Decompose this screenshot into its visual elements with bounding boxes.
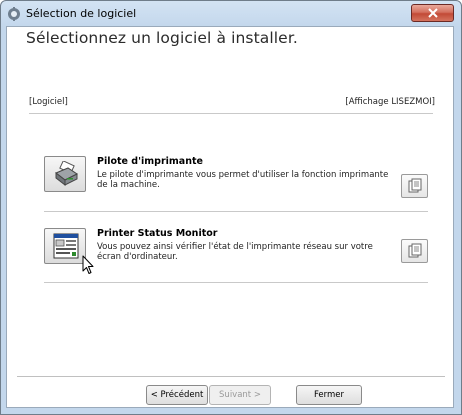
window-title: Sélection de logiciel [26,7,137,20]
back-button[interactable]: < Précédent [146,385,208,405]
readme-icon [408,243,422,258]
readme-icon [408,178,422,193]
printer-driver-desc-line1: Le pilote d'imprimante vous permet d'uti… [97,170,389,180]
page-title: Sélectionnez un logiciel à installer. [26,29,298,47]
printer-driver-icon [55,161,78,187]
dialog-content [6,26,454,408]
printer-driver-desc-line2: de la machine. [97,180,160,190]
close-icon [428,8,438,18]
app-icon [8,7,20,21]
close-button[interactable] [411,4,454,22]
status-monitor-title: Printer Status Monitor [97,228,218,239]
status-monitor-button[interactable] [44,228,86,264]
next-button[interactable]: Suivant > [209,385,271,405]
mouse-cursor-icon [82,255,94,274]
title-bar: Sélection de logiciel [1,1,461,27]
software-section-label: [Logiciel] [29,97,68,107]
status-monitor-description: Vous pouvez ainsi vérifier l'état de l'i… [97,242,392,262]
printer-driver-title: Pilote d'imprimante [97,156,203,167]
status-monitor-readme-button[interactable] [401,239,428,263]
close-dialog-button[interactable]: Fermer [296,385,362,405]
footer-divider [17,376,445,377]
status-monitor-desc-line2: écran d'ordinateur. [97,252,178,262]
section-divider [29,113,433,114]
printer-driver-description: Le pilote d'imprimante vous permet d'uti… [97,170,392,190]
item-divider [44,282,428,283]
printer-driver-readme-button[interactable] [401,174,428,198]
item-divider [44,211,428,212]
status-monitor-desc-line1: Vous pouvez ainsi vérifier l'état de l'i… [97,242,373,252]
readme-section-label: [Affichage LISEZMOI] [345,97,435,107]
status-monitor-icon [53,233,79,259]
printer-driver-button[interactable] [44,156,86,192]
